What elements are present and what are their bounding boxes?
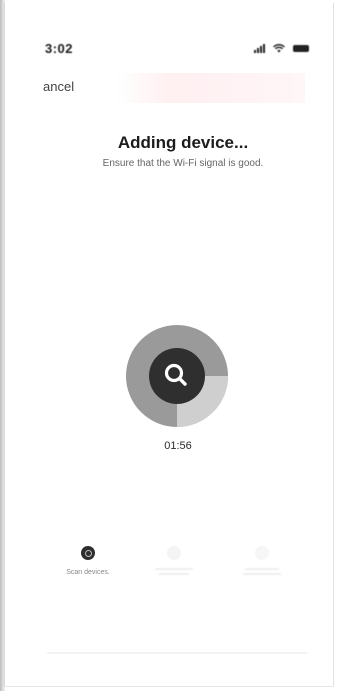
countdown-timer: 01:56: [164, 440, 192, 452]
status-bar: 3:02: [5, 41, 333, 61]
nav-bar: ancel: [5, 73, 333, 103]
page-title: Adding device...: [117, 133, 249, 152]
step-dot: [167, 546, 181, 560]
step-label: [227, 568, 297, 575]
signal-icon: [254, 44, 265, 53]
ring-core: [149, 348, 205, 404]
step-scan-devices: Scan devices.: [53, 546, 123, 577]
step-3: [227, 546, 297, 578]
step-dot: [255, 546, 269, 560]
step-label: [139, 568, 209, 575]
step-active-dot: [81, 546, 95, 560]
nav-highlight: [115, 73, 305, 103]
status-icons: [254, 44, 309, 53]
scan-progress-indicator: [126, 325, 228, 427]
bottom-divider: [47, 652, 307, 654]
phone-screen: 3:02 ancel Adding device... Ensure that …: [4, 3, 334, 687]
page-subtitle: Ensure that the Wi-Fi signal is good.: [102, 158, 264, 169]
progress-steps: Scan devices.: [5, 546, 333, 606]
wifi-icon: [273, 44, 285, 53]
scan-ring: [126, 325, 228, 427]
step-2: [139, 546, 209, 578]
step-label: Scan devices.: [66, 569, 110, 576]
status-time: 3:02: [45, 41, 74, 56]
cancel-button[interactable]: ancel: [43, 79, 74, 94]
battery-icon: [293, 45, 309, 52]
